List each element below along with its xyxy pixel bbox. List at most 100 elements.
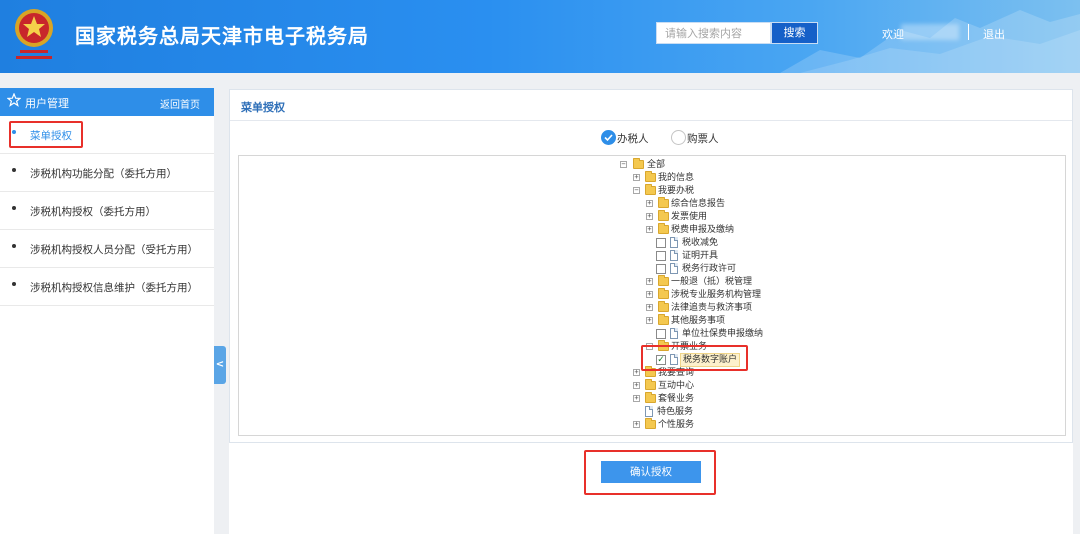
tree-collapse-icon[interactable]: − bbox=[620, 161, 627, 168]
tree-node-featured-services[interactable]: 特色服务 bbox=[645, 406, 705, 418]
tree-node-tax-declaration[interactable]: + 税费申报及缴纳 bbox=[646, 223, 741, 236]
bullet-icon bbox=[12, 168, 16, 172]
tree-collapse-icon[interactable]: − bbox=[633, 187, 640, 194]
tree-expand-icon[interactable]: + bbox=[646, 213, 653, 220]
tree-node-tax-relief[interactable]: 税收减免 bbox=[656, 237, 726, 249]
header-divider bbox=[968, 24, 969, 40]
sidebar-header: 用户管理 返回首页 bbox=[0, 88, 214, 116]
tree-node-label: 涉税专业服务机构管理 bbox=[671, 290, 762, 300]
tree-expand-icon[interactable]: + bbox=[633, 174, 640, 181]
tree-node-label: 一般退（抵）税管理 bbox=[671, 277, 753, 287]
tree-node-label: 单位社保费申报缴纳 bbox=[682, 329, 764, 339]
folder-icon bbox=[658, 210, 669, 221]
tree-node-social-security[interactable]: 单位社保费申报缴纳 bbox=[656, 328, 766, 340]
folder-icon bbox=[645, 184, 656, 195]
folder-icon bbox=[645, 171, 656, 182]
tree-node-label: 证明开具 bbox=[682, 251, 719, 261]
tree-node-packages[interactable]: + 套餐业务 bbox=[633, 392, 703, 405]
tree-expand-icon[interactable]: + bbox=[646, 291, 653, 298]
tree-node-label: 我的信息 bbox=[658, 173, 695, 183]
document-icon bbox=[670, 237, 678, 248]
folder-icon bbox=[633, 158, 644, 169]
sidebar-item-label: 涉税机构授权（委托方用） bbox=[30, 206, 156, 218]
tree-expand-icon[interactable]: + bbox=[646, 317, 653, 324]
tree-node-tax-refund[interactable]: + 一般退（抵）税管理 bbox=[646, 275, 756, 288]
sidebar-item-agency-staff-allocation[interactable]: 涉税机构授权人员分配（受托方用） bbox=[0, 230, 214, 268]
panel-title: 菜单授权 bbox=[241, 101, 285, 114]
tree-expand-icon[interactable]: + bbox=[633, 369, 640, 376]
folder-icon bbox=[658, 288, 669, 299]
tree-checkbox[interactable] bbox=[656, 329, 666, 339]
highlight-box-tree-node bbox=[641, 345, 748, 371]
top-header: 国家税务总局天津市电子税务局 搜索 欢迎 退出 bbox=[0, 0, 1080, 73]
tree-checkbox[interactable] bbox=[656, 264, 666, 274]
radio-label: 办税人 bbox=[617, 133, 649, 145]
tree-node-other-services[interactable]: + 其他服务事项 bbox=[646, 314, 736, 327]
document-icon bbox=[645, 406, 653, 417]
radio-checked-icon bbox=[601, 130, 616, 145]
star-icon bbox=[7, 93, 21, 107]
tree-node-label: 其他服务事项 bbox=[671, 316, 726, 326]
highlight-box-confirm bbox=[584, 450, 716, 495]
folder-icon bbox=[645, 418, 656, 429]
tree-node-label: 综合信息报告 bbox=[671, 199, 726, 209]
folder-icon bbox=[645, 379, 656, 390]
tree-checkbox[interactable] bbox=[656, 251, 666, 261]
username-redacted bbox=[901, 24, 959, 40]
tax-emblem-logo bbox=[15, 9, 53, 59]
document-icon bbox=[670, 328, 678, 339]
tree-node-tax-handling[interactable]: − 我要办税 bbox=[633, 184, 703, 197]
tree-node-all[interactable]: − 全部 bbox=[620, 158, 680, 171]
bullet-icon bbox=[12, 244, 16, 248]
sidebar-item-label: 涉税机构功能分配（委托方用） bbox=[30, 168, 177, 180]
folder-icon bbox=[645, 392, 656, 403]
bullet-icon bbox=[12, 282, 16, 286]
tree-node-label: 税务行政许可 bbox=[682, 264, 737, 274]
tree-node-label: 个性服务 bbox=[658, 420, 695, 430]
logout-link[interactable]: 退出 bbox=[983, 26, 1005, 42]
site-title: 国家税务总局天津市电子税务局 bbox=[75, 24, 369, 48]
tree-node-admin-license[interactable]: 税务行政许可 bbox=[656, 263, 741, 275]
folder-icon bbox=[658, 314, 669, 325]
tree-expand-icon[interactable]: + bbox=[646, 304, 653, 311]
back-to-home-link[interactable]: 返回首页 bbox=[160, 96, 200, 111]
search-button[interactable]: 搜索 bbox=[771, 22, 818, 44]
tree-node-agency-management[interactable]: + 涉税专业服务机构管理 bbox=[646, 288, 762, 301]
tree-node-my-info[interactable]: + 我的信息 bbox=[633, 171, 703, 184]
tree-node-label: 特色服务 bbox=[657, 407, 694, 417]
tree-node-info-report[interactable]: + 综合信息报告 bbox=[646, 197, 736, 210]
sidebar: 用户管理 返回首页 菜单授权 涉税机构功能分配（委托方用） 涉税机构授权（委托方… bbox=[0, 88, 214, 534]
tree-expand-icon[interactable]: + bbox=[646, 278, 653, 285]
sidebar-item-agency-authorization[interactable]: 涉税机构授权（委托方用） bbox=[0, 192, 214, 230]
highlight-box-menu-item bbox=[9, 121, 83, 148]
tree-node-interaction[interactable]: + 互动中心 bbox=[633, 379, 703, 392]
tree-node-invoice-use[interactable]: + 发票使用 bbox=[646, 210, 716, 223]
tree-node-label: 我要办税 bbox=[658, 186, 695, 196]
sidebar-title: 用户管理 bbox=[25, 97, 69, 110]
sidebar-item-agency-function-allocation[interactable]: 涉税机构功能分配（委托方用） bbox=[0, 154, 214, 192]
document-icon bbox=[670, 250, 678, 261]
tree-node-personal-services[interactable]: + 个性服务 bbox=[633, 418, 703, 431]
tree-checkbox[interactable] bbox=[656, 238, 666, 248]
tree-node-label: 税费申报及缴纳 bbox=[671, 225, 735, 235]
tree-node-label: 法律追责与救济事项 bbox=[671, 303, 753, 313]
tree-expand-icon[interactable]: + bbox=[646, 200, 653, 207]
sidebar-collapse-handle[interactable]: < bbox=[214, 346, 226, 384]
tree-expand-icon[interactable]: + bbox=[646, 226, 653, 233]
tree-expand-icon[interactable]: + bbox=[633, 382, 640, 389]
folder-icon bbox=[658, 197, 669, 208]
tree-node-label: 互动中心 bbox=[658, 381, 695, 391]
tree-node-label: 全部 bbox=[647, 160, 666, 170]
tree-expand-icon[interactable]: + bbox=[633, 421, 640, 428]
tree-expand-icon[interactable]: + bbox=[633, 395, 640, 402]
panel-divider bbox=[230, 120, 1072, 121]
radio-unchecked-icon bbox=[671, 130, 686, 145]
tree-node-certificate[interactable]: 证明开具 bbox=[656, 250, 726, 262]
tree-node-label: 税收减免 bbox=[682, 238, 719, 248]
tree-node-label: 发票使用 bbox=[671, 212, 708, 222]
search-input[interactable] bbox=[656, 22, 771, 44]
sidebar-item-agency-info-maintenance[interactable]: 涉税机构授权信息维护（委托方用） bbox=[0, 268, 214, 306]
tree-node-legal-relief[interactable]: + 法律追责与救济事项 bbox=[646, 301, 756, 314]
bullet-icon bbox=[12, 206, 16, 210]
folder-icon bbox=[658, 223, 669, 234]
